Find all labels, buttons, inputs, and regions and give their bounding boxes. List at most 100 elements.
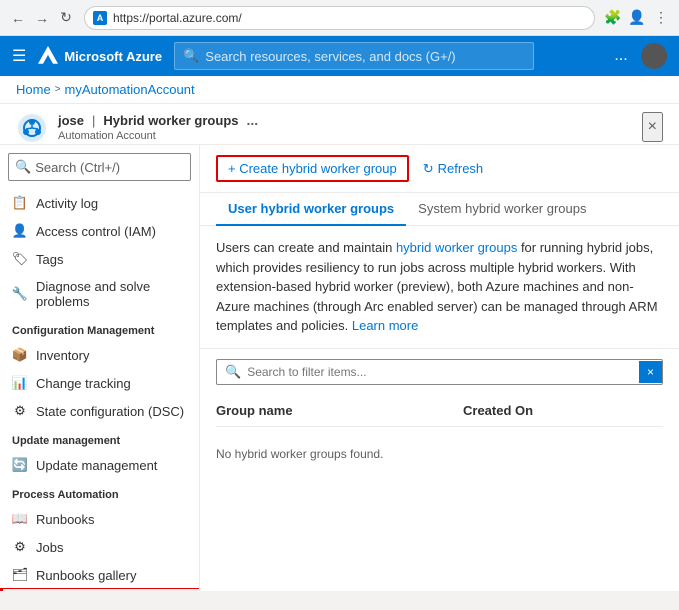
jobs-icon: ⚙ <box>12 539 28 555</box>
browser-actions: 🧩 👤 ⋮ <box>603 8 671 28</box>
breadcrumb-home[interactable]: Home <box>16 82 51 97</box>
breadcrumb-account[interactable]: myAutomationAccount <box>65 82 195 97</box>
content-search-clear-button[interactable]: × <box>639 361 662 383</box>
create-btn-label: + Create hybrid worker group <box>228 161 397 176</box>
access-control-icon: 👤 <box>12 223 28 239</box>
content-tabs: User hybrid worker groups System hybrid … <box>200 193 679 226</box>
desc-text-before-link1: Users can create and maintain <box>216 240 396 255</box>
section-label-update: Update management <box>0 425 199 451</box>
sidebar-item-label: Inventory <box>36 348 89 363</box>
update-mgmt-icon: 🔄 <box>12 457 28 473</box>
azure-logo: Microsoft Azure <box>38 46 162 66</box>
tab-label: User hybrid worker groups <box>228 201 394 216</box>
sidebar-item-update-mgmt[interactable]: 🔄 Update management <box>0 451 199 479</box>
close-button[interactable]: × <box>642 112 663 142</box>
tags-icon: 🏷 <box>12 251 28 267</box>
azure-logo-icon <box>38 46 58 66</box>
sidebar-item-label: Access control (IAM) <box>36 224 156 239</box>
browser-more-button[interactable]: ⋮ <box>651 8 671 28</box>
page-title: jose | Hybrid worker groups ... <box>58 112 258 128</box>
tab-user-hybrid-worker-groups[interactable]: User hybrid worker groups <box>216 193 406 226</box>
change-tracking-icon: 📊 <box>12 375 28 391</box>
hamburger-menu[interactable]: ☰ <box>12 46 26 66</box>
table-header: Group name Created On <box>216 395 663 427</box>
create-hybrid-worker-group-button[interactable]: + Create hybrid worker group <box>216 155 409 182</box>
profile-button[interactable]: 👤 <box>627 8 647 28</box>
browser-nav-buttons: ← → ↻ <box>8 8 76 28</box>
page-subtitle: Automation Account <box>58 130 258 142</box>
sidebar-item-label: Runbooks gallery <box>36 568 136 583</box>
inventory-icon: 📦 <box>12 347 28 363</box>
page-title-prefix: jose <box>58 113 84 128</box>
content-search-input[interactable] <box>247 365 631 379</box>
page-header-left: jose | Hybrid worker groups ... Automati… <box>16 112 258 144</box>
content-description: Users can create and maintain hybrid wor… <box>200 226 679 349</box>
tab-system-hybrid-worker-groups[interactable]: System hybrid worker groups <box>406 193 598 226</box>
browser-chrome: ← → ↻ https://portal.azure.com/ 🧩 👤 ⋮ <box>0 0 679 36</box>
section-label-process: Process Automation <box>0 479 199 505</box>
sidebar-item-label: Jobs <box>36 540 63 555</box>
search-icon: 🔍 <box>183 48 199 64</box>
sidebar-item-runbooks-gallery[interactable]: 🗂 Runbooks gallery <box>0 561 199 589</box>
address-text: https://portal.azure.com/ <box>113 11 242 25</box>
breadcrumb-sep1: > <box>55 84 61 95</box>
sidebar-search[interactable]: 🔍 Search (Ctrl+/) <box>8 153 191 181</box>
content-area: + Create hybrid worker group ↻ Refresh U… <box>200 145 679 591</box>
sidebar-item-access-control[interactable]: 👤 Access control (IAM) <box>0 217 199 245</box>
sidebar-item-tags[interactable]: 🏷 Tags <box>0 245 199 273</box>
page-title-ellipsis[interactable]: ... <box>246 112 258 128</box>
topnav-search[interactable]: 🔍 Search resources, services, and docs (… <box>174 42 534 70</box>
sidebar-item-label: Activity log <box>36 196 98 211</box>
sidebar-item-inventory[interactable]: 📦 Inventory <box>0 341 199 369</box>
table-empty-message: No hybrid worker groups found. <box>216 427 663 481</box>
sidebar-item-label: Tags <box>36 252 63 267</box>
refresh-label: Refresh <box>438 161 484 176</box>
back-button[interactable]: ← <box>8 8 28 28</box>
page-title-area: jose | Hybrid worker groups ... Automati… <box>58 112 258 142</box>
page-title-main: Hybrid worker groups <box>103 113 238 128</box>
sidebar: 🔍 Search (Ctrl+/) 📋 Activity log 👤 Acces… <box>0 145 200 591</box>
sidebar-item-activity-log[interactable]: 📋 Activity log <box>0 189 199 217</box>
page-title-separator: | <box>92 113 95 128</box>
diagnose-icon: 🔧 <box>12 286 28 302</box>
topnav-more-button[interactable]: ... <box>609 44 633 68</box>
desc-link-hybrid-worker-groups[interactable]: hybrid worker groups <box>396 240 517 255</box>
sidebar-search-placeholder: Search (Ctrl+/) <box>35 160 120 175</box>
content-search[interactable]: 🔍 × <box>216 359 663 385</box>
extensions-button[interactable]: 🧩 <box>603 8 623 28</box>
sidebar-item-diagnose[interactable]: 🔧 Diagnose and solve problems <box>0 273 199 315</box>
state-config-icon: ⚙ <box>12 403 28 419</box>
azure-topnav: ☰ Microsoft Azure 🔍 Search resources, se… <box>0 36 679 76</box>
content-table: Group name Created On No hybrid worker g… <box>200 395 679 481</box>
sidebar-item-label: Change tracking <box>36 376 131 391</box>
forward-button[interactable]: → <box>32 8 52 28</box>
sidebar-item-label: Diagnose and solve problems <box>36 279 187 309</box>
activity-log-icon: 📋 <box>12 195 28 211</box>
sidebar-item-hybrid-worker-groups[interactable]: ⚙ Hybrid worker groups <box>0 589 199 591</box>
sidebar-item-label: Runbooks <box>36 512 95 527</box>
sidebar-item-runbooks[interactable]: 📖 Runbooks <box>0 505 199 533</box>
refresh-button[interactable]: ↻ Refresh <box>413 157 493 181</box>
desc-learn-more-link[interactable]: Learn more <box>352 318 418 333</box>
azure-brand-text: Microsoft Azure <box>64 49 162 64</box>
hybrid-worker-icon <box>16 112 48 144</box>
sidebar-item-jobs[interactable]: ⚙ Jobs <box>0 533 199 561</box>
sidebar-item-label: Update management <box>36 458 157 473</box>
topnav-search-placeholder: Search resources, services, and docs (G+… <box>205 49 455 64</box>
section-label-config: Configuration Management <box>0 315 199 341</box>
col-header-created-on: Created On <box>463 403 663 418</box>
col-header-group-name: Group name <box>216 403 463 418</box>
user-avatar[interactable] <box>641 43 667 69</box>
content-search-icon: 🔍 <box>225 364 241 380</box>
sidebar-search-icon: 🔍 <box>15 159 31 175</box>
address-bar[interactable]: https://portal.azure.com/ <box>84 6 595 30</box>
refresh-button[interactable]: ↻ <box>56 8 76 28</box>
content-toolbar: + Create hybrid worker group ↻ Refresh <box>200 145 679 193</box>
sidebar-item-label: State configuration (DSC) <box>36 404 184 419</box>
sidebar-item-change-tracking[interactable]: 📊 Change tracking <box>0 369 199 397</box>
breadcrumb: Home > myAutomationAccount <box>0 76 679 104</box>
tab-label: System hybrid worker groups <box>418 201 586 216</box>
runbooks-gallery-icon: 🗂 <box>12 567 28 583</box>
sidebar-item-state-config[interactable]: ⚙ State configuration (DSC) <box>0 397 199 425</box>
topnav-right: ... <box>609 43 667 69</box>
